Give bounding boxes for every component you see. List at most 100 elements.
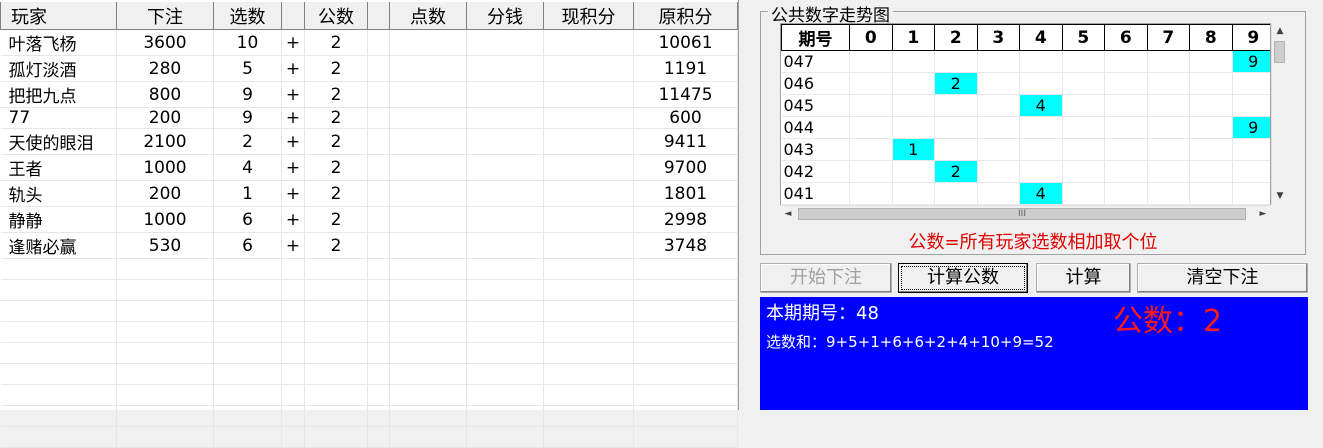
- scroll-right-arrow-icon[interactable]: ►: [1255, 206, 1271, 223]
- cell-points: [389, 29, 467, 56]
- table-row[interactable]: 静静 1000 6 +2 2998: [0, 206, 738, 233]
- table-row[interactable]: 天使的眼泪 2100 2 +2 9411: [0, 128, 738, 155]
- clear-bets-button[interactable]: 清空下注: [1137, 263, 1308, 293]
- table-row[interactable]: 77 200 9 +2 600: [0, 107, 738, 129]
- cell-common: 2: [304, 180, 368, 207]
- table-row[interactable]: 逢赌必赢 530 6 +2 3748: [0, 232, 738, 259]
- trend-empty-cell: [1062, 116, 1105, 139]
- cell-points: [389, 206, 467, 233]
- start-bet-button[interactable]: 开始下注: [760, 263, 892, 293]
- trend-vertical-scrollbar[interactable]: ▲ ▼: [1271, 23, 1288, 204]
- col-header-payout[interactable]: 分钱: [466, 0, 544, 30]
- calc-common-button[interactable]: 计算公数: [898, 263, 1028, 293]
- table-row[interactable]: 王者 1000 4 +2 9700: [0, 154, 738, 181]
- cell-payout: [466, 55, 544, 82]
- trend-empty-cell: [892, 94, 935, 117]
- calc-button[interactable]: 计算: [1036, 263, 1131, 293]
- cell-current-score: [543, 321, 634, 343]
- trend-empty-cell: [1147, 138, 1190, 161]
- trend-empty-cell: [977, 182, 1020, 205]
- cell-original-score: [633, 384, 738, 406]
- scroll-left-arrow-icon[interactable]: ◄: [780, 206, 796, 223]
- table-row[interactable]: 轨头 200 1 +2 1801: [0, 180, 738, 207]
- cell-blank: [367, 180, 390, 207]
- cell-op: [281, 321, 305, 343]
- cell-current-score: [543, 363, 634, 385]
- cell-payout: [466, 180, 544, 207]
- trend-row: 043 1: [781, 138, 1270, 161]
- trend-empty-cell: [1062, 182, 1105, 205]
- trend-hit-cell: 9: [1232, 50, 1270, 73]
- trend-empty-cell: [1189, 50, 1233, 73]
- table-row[interactable]: [0, 342, 738, 364]
- col-header-op[interactable]: [281, 0, 305, 30]
- cell-current-score: [543, 279, 634, 301]
- table-row[interactable]: 叶落飞杨 3600 10 +2 10061: [0, 29, 738, 56]
- cell-blank: [367, 232, 390, 259]
- table-row[interactable]: [0, 321, 738, 343]
- cell-common: [304, 258, 368, 280]
- cell-bet: [116, 342, 214, 364]
- horizontal-scroll-thumb[interactable]: III: [798, 208, 1246, 220]
- col-header-bet[interactable]: 下注: [116, 0, 214, 30]
- cell-points: [389, 405, 467, 427]
- cell-player: 把把九点: [0, 81, 117, 108]
- cell-blank: [367, 342, 390, 364]
- col-header-pick[interactable]: 选数: [213, 0, 282, 30]
- col-header-blank[interactable]: [367, 0, 390, 30]
- cell-points: [389, 128, 467, 155]
- table-row[interactable]: 孤灯淡酒 280 5 +2 1191: [0, 55, 738, 82]
- table-row[interactable]: [0, 405, 738, 427]
- cell-bet: 200: [116, 180, 214, 207]
- player-bet-grid[interactable]: 玩家 下注 选数 公数 点数 分钱 现积分 原积分 叶落飞杨 3600 10 +2 10…: [0, 0, 739, 448]
- current-issue-label: 本期期号：48: [766, 303, 879, 324]
- cell-pick: [213, 279, 282, 301]
- table-row[interactable]: [0, 258, 738, 280]
- table-row[interactable]: [0, 426, 738, 448]
- cell-common: 2: [304, 206, 368, 233]
- col-header-current-score[interactable]: 现积分: [543, 0, 634, 30]
- vertical-scroll-thumb[interactable]: [1274, 41, 1285, 63]
- trend-col-header-digit: 7: [1146, 24, 1190, 51]
- cell-current-score: [543, 154, 634, 181]
- trend-empty-cell: [849, 50, 893, 73]
- trend-period-cell: 044: [781, 116, 850, 139]
- table-row[interactable]: [0, 300, 738, 322]
- cell-current-score: [543, 405, 634, 427]
- cell-original-score: [633, 342, 738, 364]
- table-row[interactable]: 把把九点 800 9 +2 11475: [0, 81, 738, 108]
- trend-empty-cell: [892, 50, 935, 73]
- trend-empty-cell: [1189, 160, 1233, 183]
- cell-payout: [466, 321, 544, 343]
- cell-pick: 6: [213, 206, 282, 233]
- cell-bet: [116, 405, 214, 427]
- trend-empty-cell: [849, 182, 893, 205]
- cell-original-score: 9411: [633, 128, 738, 155]
- trend-chart[interactable]: 期号 0 1 2 3 4 5 6 7 8 9 047 9 046 2 045 4 044 9 043 1 042 2 041…: [780, 23, 1271, 220]
- trend-period-cell: 041: [781, 182, 850, 205]
- scroll-down-arrow-icon[interactable]: ▼: [1272, 188, 1288, 204]
- cell-op: +: [281, 154, 305, 181]
- table-row[interactable]: [0, 279, 738, 301]
- cell-player: [0, 405, 117, 427]
- cell-current-score: [543, 206, 634, 233]
- cell-player: [0, 363, 117, 385]
- cell-player: 逢赌必赢: [0, 232, 117, 259]
- trend-empty-cell: [849, 138, 893, 161]
- table-row[interactable]: [0, 363, 738, 385]
- trend-empty-cell: [934, 94, 978, 117]
- table-row[interactable]: [0, 384, 738, 406]
- col-header-common[interactable]: 公数: [304, 0, 368, 30]
- cell-pick: [213, 405, 282, 427]
- col-header-original-score[interactable]: 原积分: [633, 0, 738, 30]
- col-header-points[interactable]: 点数: [389, 0, 467, 30]
- scroll-up-arrow-icon[interactable]: ▲: [1272, 23, 1288, 39]
- cell-original-score: 600: [633, 107, 738, 129]
- trend-horizontal-scrollbar[interactable]: ◄ III ►: [780, 205, 1271, 223]
- trend-period-cell: 045: [781, 94, 850, 117]
- trend-empty-cell: [1019, 116, 1063, 139]
- col-header-player[interactable]: 玩家: [0, 0, 117, 30]
- trend-empty-cell: [892, 160, 935, 183]
- trend-empty-cell: [1104, 50, 1148, 73]
- cell-op: +: [281, 107, 305, 129]
